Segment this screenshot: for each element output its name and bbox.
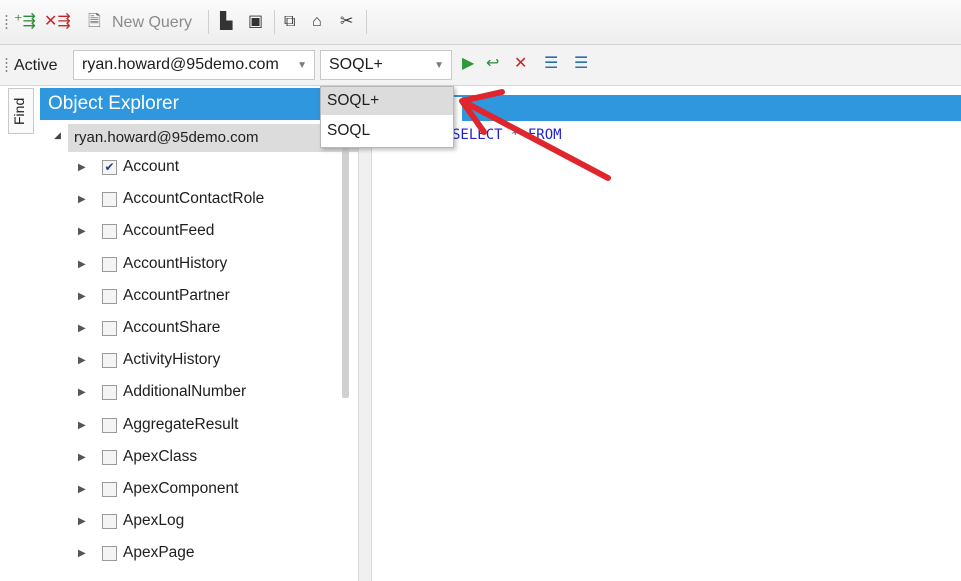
item-checkbox[interactable]: ✔ <box>102 160 117 175</box>
tree-item[interactable]: ▶ AccountHistory <box>40 253 340 281</box>
item-checkbox[interactable] <box>102 546 117 562</box>
new-query-button[interactable]: New Query <box>112 13 192 33</box>
connection-select[interactable]: ryan.howard@95demo.com ▼ <box>73 50 315 80</box>
new-query-icon[interactable]: 🗎 <box>88 12 101 32</box>
tree-item-label: ActivityHistory <box>123 351 221 369</box>
active-label: Active <box>14 57 58 74</box>
chevron-down-icon: ▼ <box>434 60 444 71</box>
expand-triangle-icon[interactable]: ▶ <box>78 548 86 559</box>
step-icon[interactable]: ↩ <box>486 54 499 74</box>
find-tab[interactable]: Find <box>8 88 34 134</box>
tree-item-label: Account <box>123 158 180 175</box>
tree-item-label: AdditionalNumber <box>123 383 247 401</box>
tree-root-label: ryan.howard@95demo.com <box>74 129 259 146</box>
tree-item-label: AccountFeed <box>123 222 215 240</box>
tree-item-label: ApexClass <box>123 447 198 465</box>
save-icon[interactable]: ▣ <box>248 12 263 32</box>
query-toolbar: Active ryan.howard@95demo.com ▼ SOQL+ ▼ … <box>0 45 961 86</box>
pane-splitter[interactable] <box>358 88 372 581</box>
add-connection-icon[interactable]: ⁺⇶ <box>14 12 36 32</box>
item-checkbox[interactable] <box>102 192 117 208</box>
expand-triangle-icon[interactable]: ▶ <box>78 420 86 431</box>
query-editor[interactable]: SELECT * FROM <box>372 121 961 581</box>
object-explorer-tree: ◢ ryan.howard@95demo.com ▶ ✔ Account ▶ Accou… <box>40 120 366 581</box>
tree-item[interactable]: ▶ ✔ Account <box>40 156 340 184</box>
dropdown-option-soql-plus[interactable]: SOQL+ <box>321 87 453 115</box>
expand-triangle-icon[interactable]: ▶ <box>78 194 86 205</box>
chevron-down-icon: ▼ <box>297 60 307 71</box>
dropdown-option-label: SOQL <box>327 122 371 139</box>
expand-triangle-icon[interactable]: ▶ <box>78 387 86 398</box>
tree-item[interactable]: ▶ ApexLog <box>40 510 340 538</box>
dropdown-option-soql[interactable]: SOQL <box>321 117 453 145</box>
connection-value: ryan.howard@95demo.com <box>82 56 279 73</box>
tree-item[interactable]: ▶ ApexComponent <box>40 478 340 506</box>
tree-item-label: ApexLog <box>123 512 185 530</box>
remove-connection-icon[interactable]: ✕⇶ <box>44 12 71 32</box>
copy-icon[interactable]: ⧉ <box>284 12 295 32</box>
tree-item-label: AggregateResult <box>123 415 239 433</box>
indent-icon[interactable]: ☰ <box>544 54 558 74</box>
editor-tab-bar <box>372 95 961 121</box>
language-dropdown-list: SOQL+ SOQL <box>320 86 454 148</box>
expand-triangle-icon[interactable]: ▶ <box>78 323 86 334</box>
paste-icon[interactable]: ⌂ <box>312 12 322 32</box>
toolbar-grip[interactable] <box>5 14 8 30</box>
run-icon[interactable]: ▶ <box>462 54 474 74</box>
item-checkbox[interactable] <box>102 514 117 530</box>
tree-item[interactable]: ▶ ApexPage <box>40 542 340 570</box>
tree-item[interactable]: ▶ AccountShare <box>40 317 340 345</box>
tree-item-label: AccountPartner <box>123 286 230 304</box>
tree-item[interactable]: ▶ AccountFeed <box>40 220 340 248</box>
expand-triangle-icon[interactable]: ▶ <box>78 291 86 302</box>
tree-item[interactable]: ▶ AggregateResult <box>40 414 340 442</box>
tree-item-label: ApexPage <box>123 544 195 562</box>
outdent-icon[interactable]: ☰ <box>574 54 588 74</box>
item-checkbox[interactable] <box>102 256 117 272</box>
tree-item[interactable]: ▶ ApexClass <box>40 446 340 474</box>
toolbar-grip[interactable] <box>5 57 8 73</box>
item-checkbox[interactable] <box>102 321 117 336</box>
collapse-triangle-icon[interactable]: ◢ <box>54 130 61 141</box>
tree-scrollbar[interactable] <box>342 148 349 398</box>
tree-item[interactable]: ▶ AdditionalNumber <box>40 381 340 409</box>
tree-item-label: ApexComponent <box>123 480 239 497</box>
main-toolbar: ⁺⇶ ✕⇶ 🗎 New Query ▙ ▣ ⧉ ⌂ ✂ <box>0 0 961 45</box>
item-checkbox[interactable] <box>102 288 117 304</box>
tree-item-label: AccountContactRole <box>123 190 265 208</box>
find-tab-label: Find <box>11 97 27 125</box>
item-checkbox[interactable] <box>102 417 117 433</box>
item-checkbox[interactable] <box>102 482 117 497</box>
expand-triangle-icon[interactable]: ▶ <box>78 484 86 495</box>
expand-triangle-icon[interactable]: ▶ <box>78 162 86 173</box>
tree-item[interactable]: ▶ AccountPartner <box>40 285 340 313</box>
item-checkbox[interactable] <box>102 449 117 465</box>
item-checkbox[interactable] <box>102 353 117 369</box>
language-value: SOQL+ <box>329 56 383 73</box>
stop-icon[interactable]: ✕ <box>514 54 527 74</box>
expand-triangle-icon[interactable]: ▶ <box>78 355 86 366</box>
language-select[interactable]: SOQL+ ▼ <box>320 50 452 80</box>
item-checkbox[interactable] <box>102 224 117 240</box>
object-explorer-title: Object Explorer <box>48 93 179 114</box>
tree-item[interactable]: ▶ AccountContactRole <box>40 188 340 216</box>
query-code: SELECT * FROM <box>452 127 562 143</box>
expand-triangle-icon[interactable]: ▶ <box>78 226 86 237</box>
expand-triangle-icon[interactable]: ▶ <box>78 452 86 463</box>
tree-item-label: AccountHistory <box>123 254 228 272</box>
tree-item-label: AccountShare <box>123 319 221 336</box>
expand-triangle-icon[interactable]: ▶ <box>78 259 86 270</box>
item-checkbox[interactable] <box>102 385 117 401</box>
expand-triangle-icon[interactable]: ▶ <box>78 516 86 527</box>
open-icon[interactable]: ▙ <box>220 12 232 32</box>
dropdown-option-label: SOQL+ <box>327 92 380 109</box>
tree-item[interactable]: ▶ ActivityHistory <box>40 349 340 377</box>
cut-icon[interactable]: ✂ <box>340 12 353 32</box>
